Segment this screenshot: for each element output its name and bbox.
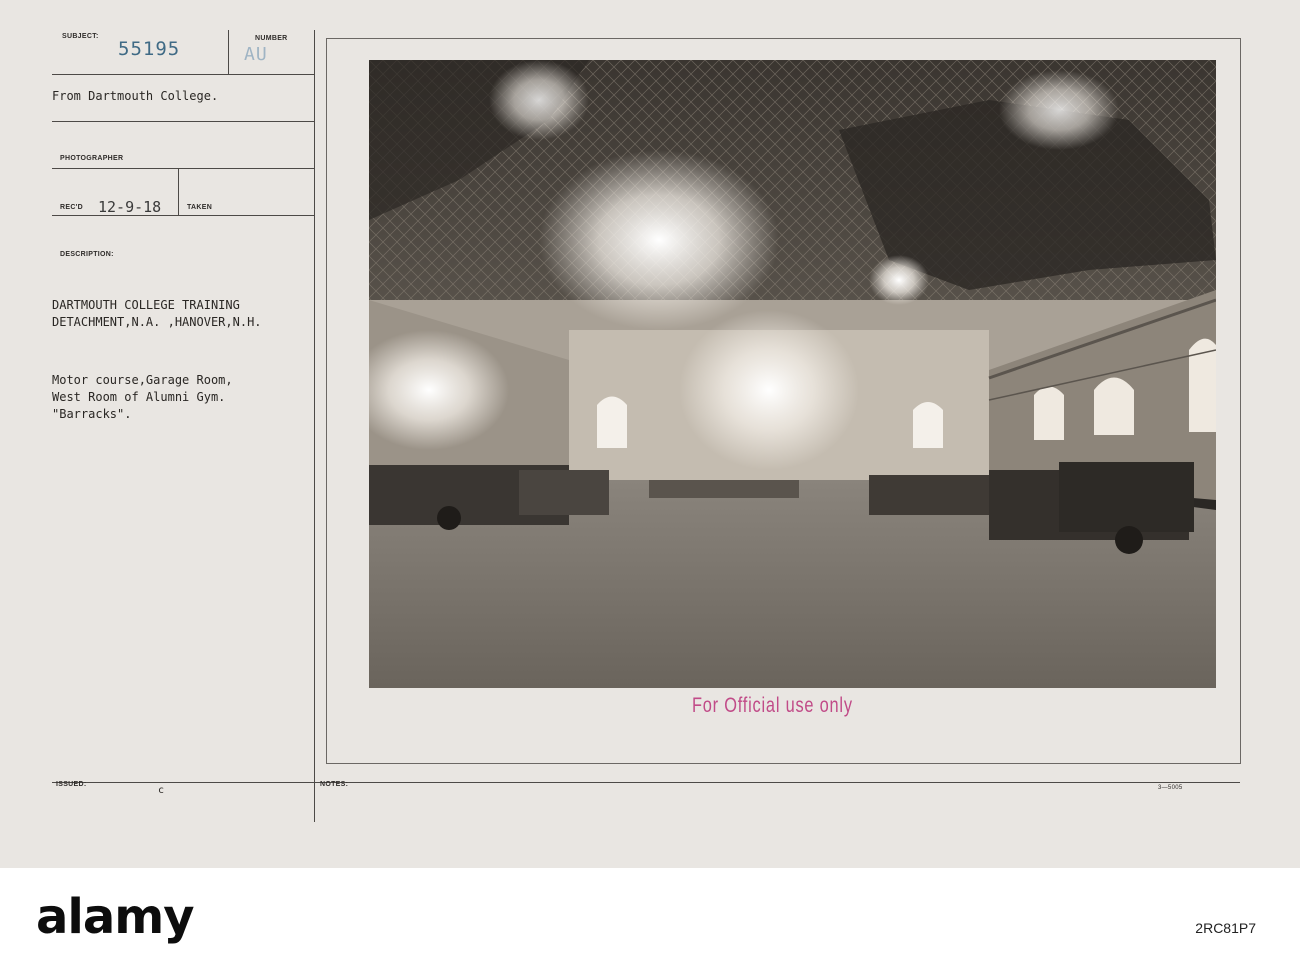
taken-label: TAKEN [187,204,213,211]
number-label: NUMBER [255,35,288,42]
alamy-logo: alamy [36,889,195,945]
number-value: AU [244,44,268,65]
issued-value: c [158,785,165,796]
number-box-rule [228,30,229,74]
from-rule [52,121,314,122]
recd-label: REC'D [60,204,83,211]
subject-label: SUBJECT: [62,33,99,40]
recd-date: 12-9-18 [98,198,162,216]
gym-garage-photograph [369,60,1216,688]
form-number: 3—5005 [1158,785,1183,791]
gym-interior-illustration [369,60,1216,688]
caption-line-1: Motor course,Garage Room, [52,373,233,387]
archive-photo-card: SUBJECT: NUMBER PHOTOGRAPHER REC'D TAKEN… [0,0,1300,868]
caption-line-3: "Barracks". [52,407,132,421]
description-label: DESCRIPTION: [60,251,114,258]
left-column-rule [314,30,315,822]
photographer-label: PHOTOGRAPHER [60,155,124,162]
photographer-rule [52,168,314,169]
recd-rule [52,215,314,216]
description-line-2: DETACHMENT,N.A. ,HANOVER,N.H. [52,315,262,329]
official-use-stamp: For Official use only [692,694,853,717]
watermark-band [0,868,1300,959]
subject-rule [52,74,314,75]
description-line-1: DARTMOUTH COLLEGE TRAINING [52,298,240,312]
subject-number: 55195 [118,38,181,60]
recd-divider-rule [178,168,179,215]
issued-label: ISSUED: [56,781,87,788]
notes-label: NOTES: [320,781,349,788]
bottom-rule [52,782,1240,783]
image-id: 2RC81P7 [1195,920,1256,936]
from-line: From Dartmouth College. [52,89,219,103]
caption-line-2: West Room of Alumni Gym. [52,390,226,404]
